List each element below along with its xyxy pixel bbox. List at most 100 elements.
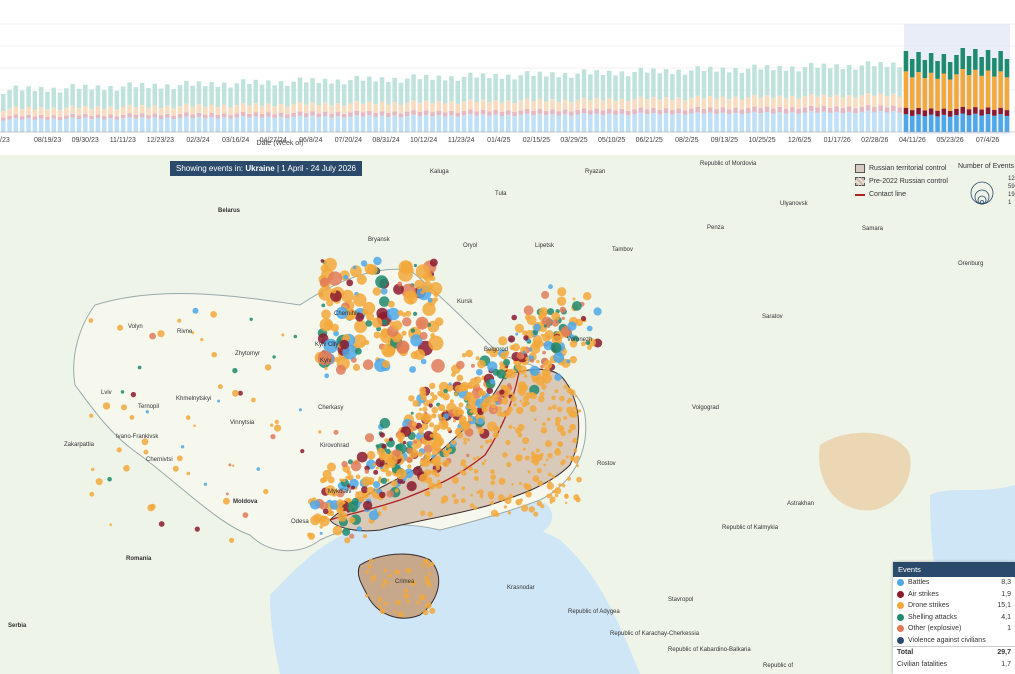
- event-marker[interactable]: [498, 477, 506, 485]
- event-marker[interactable]: [422, 413, 426, 417]
- event-marker[interactable]: [350, 460, 362, 472]
- event-marker[interactable]: [490, 480, 496, 486]
- event-marker[interactable]: [429, 433, 434, 438]
- event-marker[interactable]: [466, 384, 470, 389]
- event-marker[interactable]: [437, 479, 441, 483]
- event-marker[interactable]: [549, 501, 553, 504]
- event-marker[interactable]: [566, 359, 571, 364]
- event-marker[interactable]: [395, 600, 401, 606]
- event-marker[interactable]: [473, 506, 478, 510]
- event-marker[interactable]: [521, 355, 525, 359]
- event-marker[interactable]: [420, 394, 427, 401]
- event-marker[interactable]: [442, 448, 447, 453]
- event-marker[interactable]: [482, 402, 487, 407]
- event-marker[interactable]: [434, 317, 444, 327]
- event-marker[interactable]: [466, 453, 470, 458]
- event-marker[interactable]: [423, 272, 433, 282]
- event-marker[interactable]: [232, 389, 239, 397]
- event-marker[interactable]: [460, 498, 466, 503]
- event-marker[interactable]: [149, 503, 156, 510]
- event-marker[interactable]: [391, 480, 398, 487]
- event-marker[interactable]: [422, 406, 428, 412]
- event-marker[interactable]: [102, 402, 111, 410]
- event-marker[interactable]: [145, 410, 149, 414]
- event-marker[interactable]: [229, 537, 235, 543]
- event-marker[interactable]: [565, 455, 569, 459]
- event-marker[interactable]: [489, 378, 496, 385]
- event-marker[interactable]: [427, 572, 431, 576]
- event-marker[interactable]: [453, 498, 459, 504]
- event-marker[interactable]: [352, 265, 357, 270]
- event-marker[interactable]: [225, 492, 229, 496]
- event-marker[interactable]: [456, 374, 464, 382]
- event-marker[interactable]: [361, 476, 372, 487]
- event-marker[interactable]: [335, 364, 346, 375]
- event-marker[interactable]: [481, 406, 488, 413]
- event-marker[interactable]: [375, 466, 379, 470]
- event-marker[interactable]: [554, 448, 562, 456]
- event-marker[interactable]: [566, 476, 572, 481]
- event-marker[interactable]: [451, 372, 456, 377]
- event-type-row[interactable]: Drone strikes 15,1: [893, 600, 1015, 612]
- event-marker[interactable]: [411, 421, 417, 427]
- event-marker[interactable]: [321, 303, 326, 308]
- event-marker[interactable]: [344, 537, 351, 544]
- event-marker[interactable]: [177, 318, 182, 323]
- event-marker[interactable]: [158, 521, 165, 527]
- event-marker[interactable]: [476, 491, 480, 494]
- event-marker[interactable]: [343, 274, 349, 280]
- event-marker[interactable]: [397, 281, 403, 287]
- event-marker[interactable]: [312, 497, 317, 502]
- event-marker[interactable]: [349, 533, 355, 539]
- event-marker[interactable]: [379, 417, 391, 429]
- event-marker[interactable]: [382, 579, 388, 584]
- event-marker[interactable]: [503, 358, 511, 366]
- event-marker[interactable]: [524, 455, 530, 461]
- event-marker[interactable]: [319, 277, 330, 287]
- event-marker[interactable]: [348, 516, 356, 524]
- event-marker[interactable]: [519, 482, 522, 485]
- event-marker[interactable]: [424, 490, 431, 497]
- event-marker[interactable]: [472, 406, 478, 412]
- event-marker[interactable]: [356, 526, 362, 532]
- event-marker[interactable]: [515, 454, 523, 462]
- event-marker[interactable]: [396, 340, 410, 354]
- event-marker[interactable]: [522, 385, 528, 391]
- event-marker[interactable]: [554, 487, 562, 495]
- event-marker[interactable]: [429, 422, 435, 428]
- event-marker[interactable]: [448, 382, 452, 386]
- event-marker[interactable]: [546, 493, 551, 499]
- event-marker[interactable]: [454, 385, 463, 393]
- event-marker[interactable]: [336, 499, 344, 507]
- event-marker[interactable]: [433, 297, 439, 302]
- event-marker[interactable]: [569, 389, 576, 396]
- event-marker[interactable]: [364, 433, 375, 443]
- event-marker[interactable]: [567, 397, 573, 403]
- event-marker[interactable]: [563, 384, 568, 389]
- event-marker[interactable]: [540, 427, 548, 434]
- event-marker[interactable]: [313, 513, 323, 522]
- event-marker[interactable]: [193, 424, 196, 428]
- event-marker[interactable]: [129, 415, 135, 420]
- event-marker[interactable]: [543, 360, 553, 370]
- event-marker[interactable]: [493, 427, 498, 433]
- event-marker[interactable]: [440, 499, 446, 504]
- event-marker[interactable]: [342, 478, 346, 483]
- event-marker[interactable]: [502, 452, 508, 458]
- event-marker[interactable]: [523, 335, 529, 341]
- event-marker[interactable]: [575, 455, 580, 461]
- event-marker[interactable]: [270, 423, 274, 427]
- event-marker[interactable]: [366, 312, 375, 321]
- event-marker[interactable]: [451, 493, 456, 498]
- event-marker[interactable]: [319, 318, 333, 332]
- event-marker[interactable]: [569, 356, 577, 364]
- event-marker[interactable]: [381, 443, 387, 449]
- event-marker[interactable]: [402, 440, 407, 445]
- event-marker[interactable]: [420, 391, 424, 395]
- event-marker[interactable]: [561, 316, 565, 320]
- event-marker[interactable]: [430, 333, 436, 339]
- event-marker[interactable]: [544, 440, 552, 448]
- event-marker[interactable]: [534, 418, 537, 422]
- event-marker[interactable]: [425, 579, 432, 585]
- event-marker[interactable]: [419, 459, 428, 467]
